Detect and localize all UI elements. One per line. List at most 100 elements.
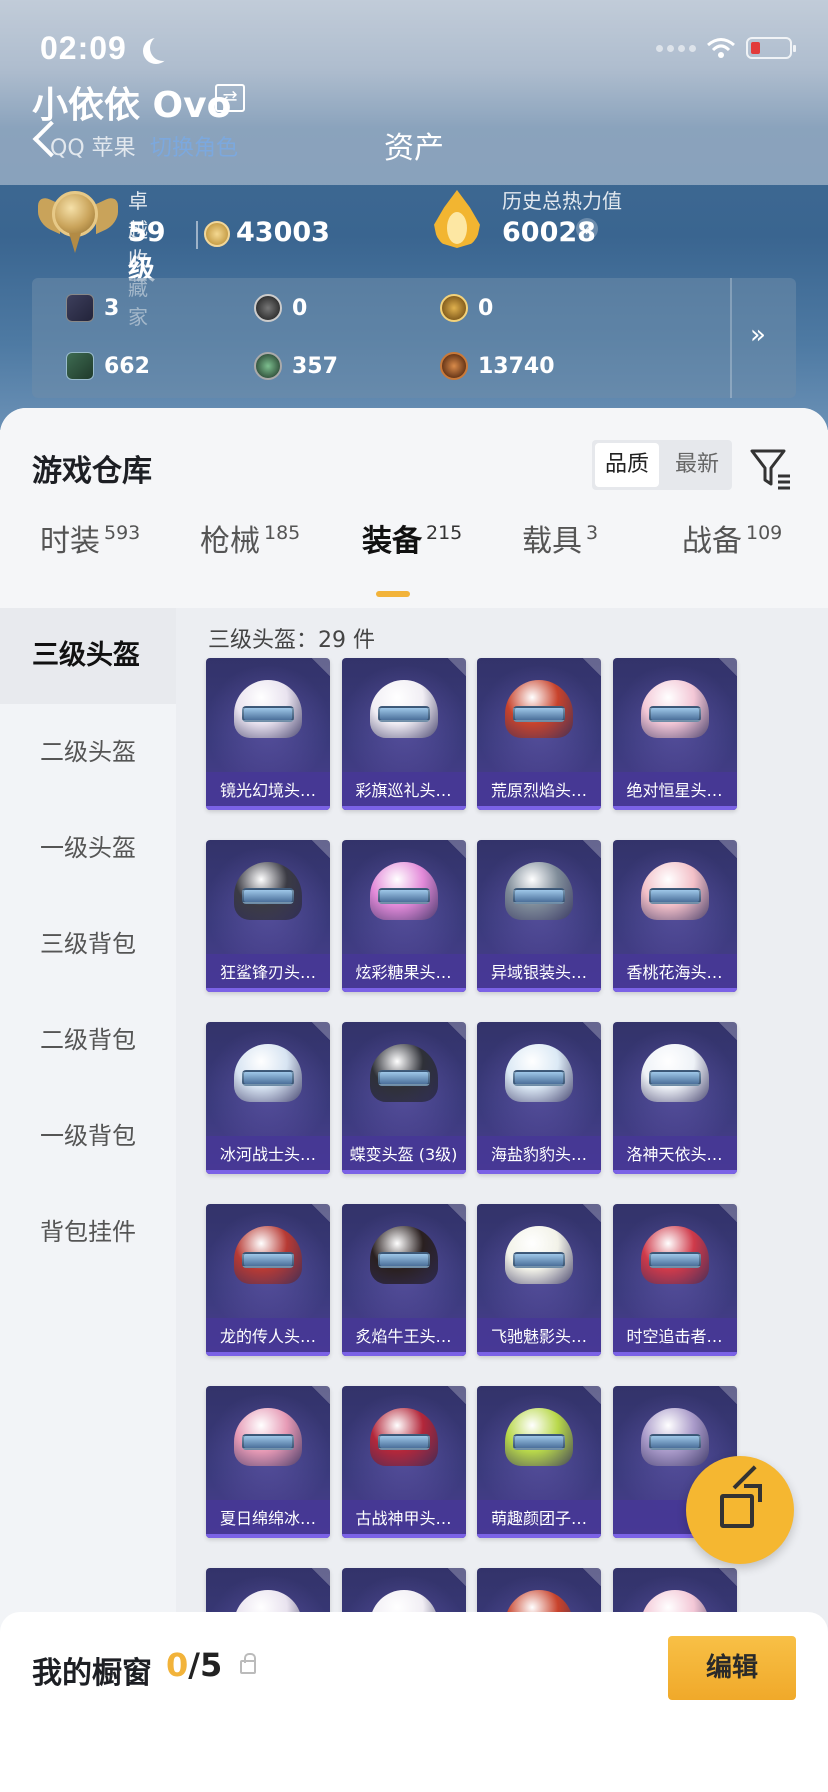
item-card-label: 香桃花海头…: [626, 963, 723, 982]
resources-divider: [730, 278, 732, 398]
item-card[interactable]: 飞驰魅影头…: [477, 1204, 601, 1356]
flame-icon: [432, 186, 482, 248]
item-card-label: 绝对恒星头…: [626, 781, 723, 800]
status-time: 02:09: [40, 30, 127, 66]
silver-coin-icon: [254, 294, 282, 322]
item-card-label: 冰河战士头…: [219, 1145, 316, 1164]
tab-fashion[interactable]: 时装 593: [40, 516, 140, 606]
item-card[interactable]: 香桃花海头…: [612, 840, 737, 992]
sort-latest-button[interactable]: 最新: [662, 440, 732, 490]
item-card-label: 炫彩糖果头…: [355, 963, 452, 982]
helmet-icon: [234, 1226, 302, 1290]
helmet-icon: [640, 862, 709, 926]
item-card[interactable]: 蝶变头盔 (3级): [341, 1022, 466, 1174]
resource-item: 0: [254, 294, 307, 322]
switch-account-icon[interactable]: ⇄: [215, 84, 245, 112]
filter-icon[interactable]: [750, 448, 792, 490]
helmet-icon: [640, 1044, 709, 1108]
bronze-coin-icon: [440, 352, 468, 380]
category-tabs: 时装 593 枪械 185 装备 215 载具 3 战备 109: [0, 516, 828, 606]
status-icons: [656, 34, 796, 62]
sidebar-item-backpack-charm[interactable]: 背包挂件: [0, 1184, 176, 1280]
item-card[interactable]: 彩旗巡礼头…: [341, 658, 466, 810]
item-card[interactable]: 炙焰牛王头…: [341, 1204, 466, 1356]
item-card-label: 萌趣颜团子…: [490, 1509, 587, 1528]
header-hero: 02:09 小依依 Ovo ⇄ QQ 苹果 切换角色 资产 卓越收藏家 59级 …: [0, 0, 828, 430]
item-card[interactable]: 萌趣颜团子…: [477, 1386, 601, 1538]
item-card[interactable]: 异域银装头…: [477, 840, 601, 992]
tab-vehicles[interactable]: 载具 3: [522, 516, 598, 606]
item-card[interactable]: 海盐豹豹头…: [477, 1022, 601, 1174]
resource-item: 357: [254, 352, 338, 380]
item-card-label: 蝶变头盔 (3级): [349, 1145, 458, 1164]
item-card[interactable]: 炫彩糖果头…: [341, 840, 466, 992]
sort-quality-button[interactable]: 品质: [595, 443, 659, 487]
grid-heading: 三级头盔：29 件: [208, 628, 375, 653]
item-card-label: 镜光幻境头…: [219, 781, 316, 800]
help-icon[interactable]: ?: [576, 218, 598, 240]
item-card[interactable]: 洛神天依头…: [612, 1022, 737, 1174]
tab-weapons[interactable]: 枪械 185: [200, 516, 300, 606]
item-card[interactable]: 时空追击者…: [612, 1204, 737, 1356]
helmet-icon: [369, 1044, 438, 1108]
sidebar-item-level1-helmet[interactable]: 一级头盔: [0, 800, 176, 896]
medal-icon: [38, 185, 118, 255]
item-card-label: 炙焰牛王头…: [355, 1327, 452, 1346]
item-card-label: 彩旗巡礼头…: [355, 781, 452, 800]
item-card[interactable]: 狂鲨锋刃头…: [206, 840, 330, 992]
resource-item: 3: [66, 294, 119, 322]
warehouse-title: 游戏仓库: [32, 454, 152, 489]
stat-divider: [196, 221, 198, 249]
sidebar-item-level2-backpack[interactable]: 二级背包: [0, 992, 176, 1088]
resources-panel: 3 0 0 662 357 13740 »: [32, 278, 796, 398]
helmet-icon: [505, 1408, 573, 1472]
item-card-label: 狂鲨锋刃头…: [219, 963, 316, 982]
sidebar-item-level3-helmet[interactable]: 三级头盔: [0, 608, 176, 704]
sort-toggle: 品质 最新: [592, 440, 732, 490]
sidebar-item-level2-helmet[interactable]: 二级头盔: [0, 704, 176, 800]
item-card-label: 异域银装头…: [490, 963, 587, 982]
item-card-label: 夏日绵绵冰…: [219, 1509, 316, 1528]
helmet-icon: [234, 1044, 302, 1108]
item-card[interactable]: 镜光幻境头…: [206, 658, 330, 810]
helmet-icon: [369, 862, 438, 926]
helmet-icon: [505, 1226, 573, 1290]
warehouse-sheet: 游戏仓库 品质 最新 时装 593 枪械 185 装备 215 载具 3 战备 109 三…: [0, 408, 828, 1792]
green-card-icon: [66, 352, 94, 380]
item-card[interactable]: 荒原烈焰头…: [477, 658, 601, 810]
helmet-icon: [234, 680, 302, 744]
helmet-icon: [640, 680, 709, 744]
active-tab-indicator: [376, 591, 410, 597]
resource-item: 13740: [440, 352, 555, 380]
username: 小依依 Ovo: [32, 85, 232, 126]
coin-value: 43003: [236, 217, 330, 248]
item-card[interactable]: 龙的传人头…: [206, 1204, 330, 1356]
moon-icon: [150, 35, 176, 61]
item-card-label: 海盐豹豹头…: [490, 1145, 587, 1164]
signal-icon: [656, 44, 696, 52]
card-pack-icon: [66, 294, 94, 322]
showcase-bar: 我的橱窗 0/5 编辑: [0, 1612, 828, 1792]
sidebar-item-level3-backpack[interactable]: 三级背包: [0, 896, 176, 992]
item-card[interactable]: 夏日绵绵冰…: [206, 1386, 330, 1538]
helmet-icon: [369, 680, 438, 744]
item-card[interactable]: 古战神甲头…: [341, 1386, 466, 1538]
helmet-icon: [234, 862, 302, 926]
edit-button[interactable]: 编辑: [668, 1636, 796, 1700]
helmet-icon: [640, 1408, 709, 1472]
share-button[interactable]: [686, 1456, 794, 1564]
showcase-count: 0/5: [166, 1646, 223, 1684]
wifi-icon: [707, 38, 735, 58]
resource-item: 0: [440, 294, 493, 322]
helmet-icon: [369, 1408, 438, 1472]
page-title: 资产: [384, 131, 444, 166]
item-card[interactable]: 冰河战士头…: [206, 1022, 330, 1174]
sidebar-item-level1-backpack[interactable]: 一级背包: [0, 1088, 176, 1184]
helmet-icon: [505, 680, 573, 744]
green-coin-icon: [254, 352, 282, 380]
helmet-icon: [505, 862, 573, 926]
item-card-label: 荒原烈焰头…: [490, 781, 587, 800]
tab-supplies[interactable]: 战备 109: [682, 516, 782, 606]
item-card[interactable]: 绝对恒星头…: [612, 658, 737, 810]
resources-more-button[interactable]: »: [750, 320, 766, 350]
